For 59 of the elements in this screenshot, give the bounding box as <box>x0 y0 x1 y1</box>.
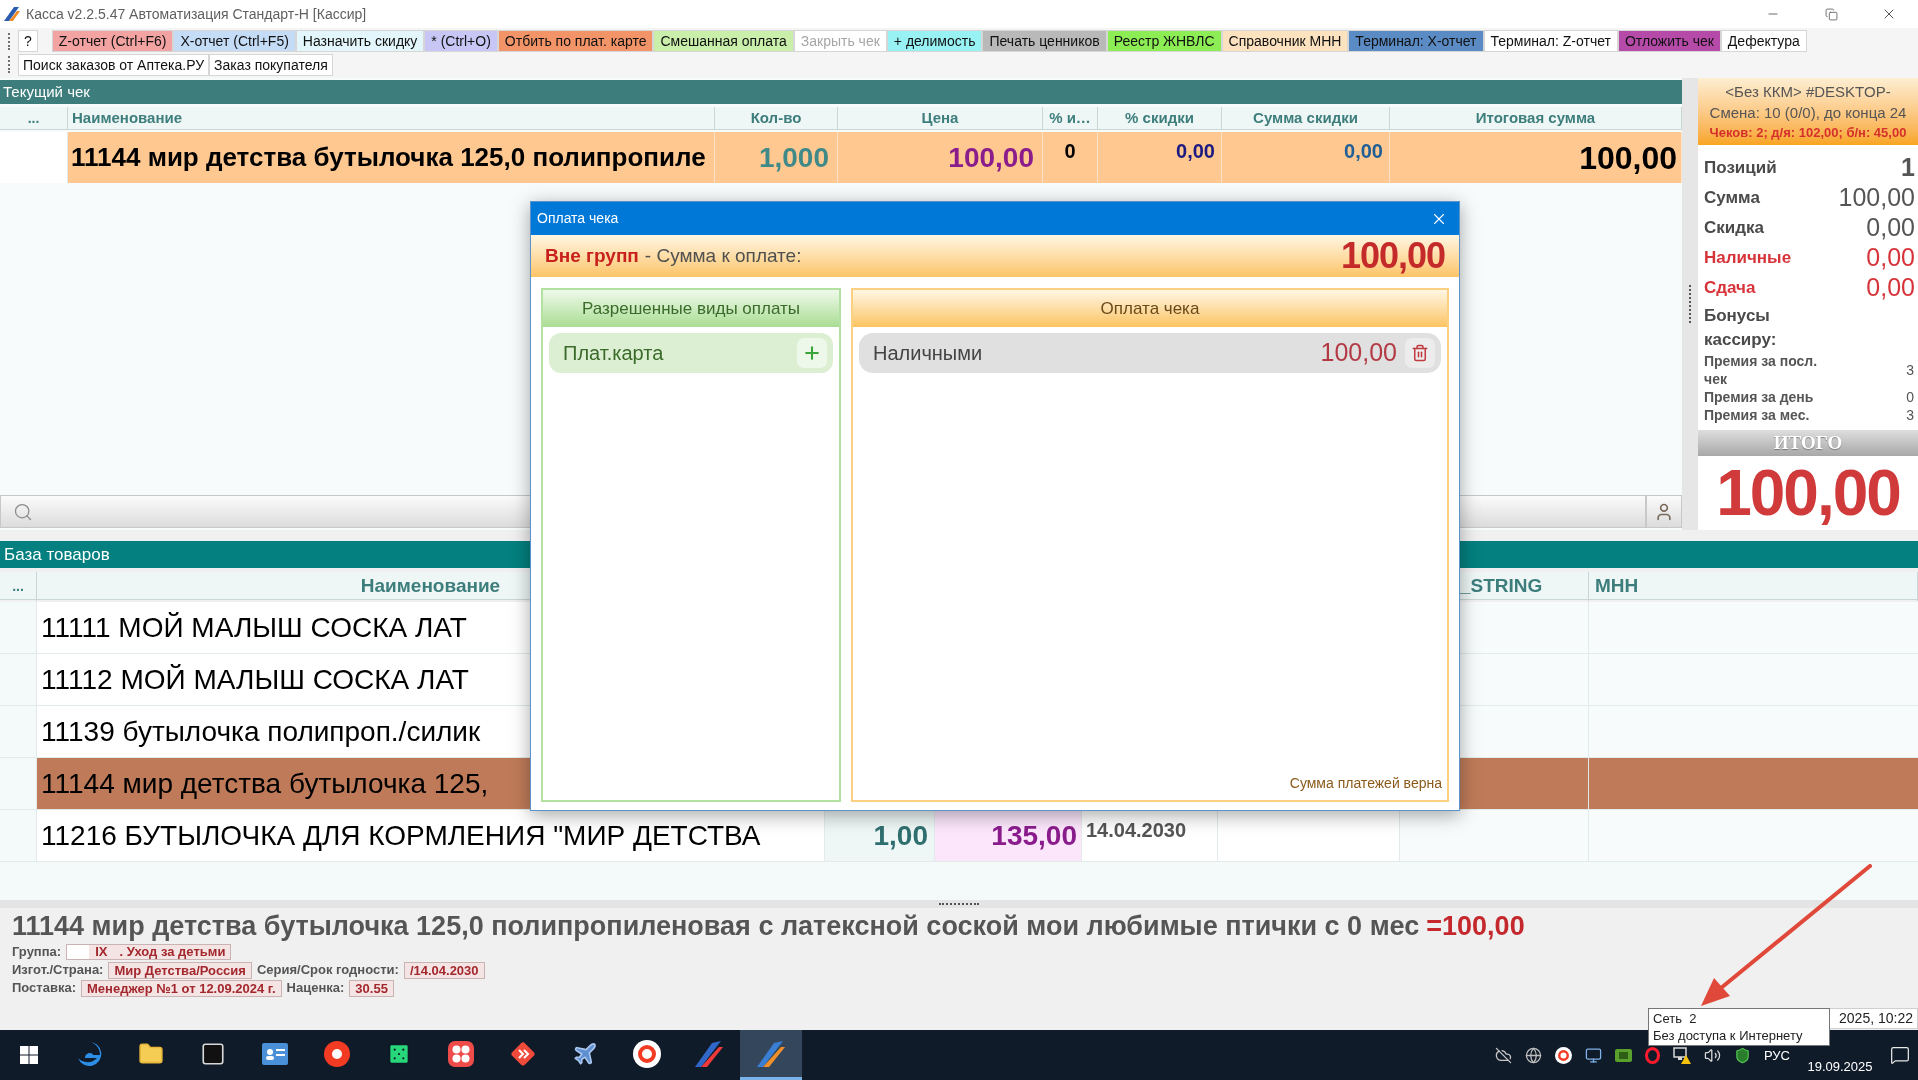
field-value: Мир Детства/Россия <box>108 961 252 979</box>
table-cell: 100,00 <box>838 132 1043 183</box>
product-title: 11144 мир детства бутылочка 125,0 полипропиленовая с латексной соской мои любимые птички с 0 мес <box>12 910 1420 942</box>
table-cell: 135,00 <box>935 810 1082 861</box>
device-label: <Без ККМ> #DESKTOP- <box>1725 82 1891 102</box>
bonus-title: Бонусы кассиру: <box>1704 305 1778 351</box>
field-value: 30.55 <box>349 979 394 997</box>
panel-header: Оплата чека <box>853 290 1447 327</box>
payment-label: Наличными <box>873 341 983 366</box>
table-cell: 1,000 <box>715 132 838 183</box>
group-name: Вне групп <box>545 243 639 268</box>
stat-value: 0,00 <box>1866 272 1915 304</box>
stat-label: Сумма <box>1704 187 1760 210</box>
field-value: /14.04.2030 <box>403 961 485 979</box>
stat-label: Позиций <box>1704 157 1777 180</box>
total-amount: 100,00 <box>1715 456 1901 530</box>
stat-label: Наличные <box>1704 247 1792 270</box>
shift-label: Смена: 10 (0/0), до конца 24 <box>1709 103 1907 123</box>
bonus-value: 3 <box>1906 406 1915 424</box>
bonus-label: Премия за посл. чек <box>1704 352 1819 388</box>
table-cell: 11144 мир детства бутылочка 125,0 полипропиле <box>68 132 715 183</box>
table-cell: 0,00 <box>1098 132 1222 183</box>
field-value: Менеджер №1 от 12.09.2024 г. <box>81 979 282 997</box>
payment-amount: 100,00 <box>1320 337 1397 369</box>
amount-due-label: - Сумма к оплате: <box>644 243 802 268</box>
bonus-label: Премия за день <box>1704 388 1815 406</box>
group-code: IX <box>95 943 108 962</box>
payment-method-label: Плат.карта <box>563 341 664 366</box>
window-title: Касса v2.2.5.47 Автоматизация Стандарт-Н [Кассир] <box>26 4 367 24</box>
table-cell: 0,00 <box>1222 132 1390 183</box>
field-label: Группа: <box>12 943 62 962</box>
status-datetime: 2025, 10:22 <box>1839 1009 1913 1028</box>
stat-value: 0,00 <box>1866 242 1915 274</box>
stat-value: 0,00 <box>1866 212 1915 244</box>
dialog-title: Оплата чека <box>537 209 619 228</box>
amount-due-value: 100,00 <box>1340 234 1445 278</box>
payment-status: Сумма платежей верна <box>1289 774 1443 793</box>
field-label: Серия/Срок годности: <box>256 961 399 980</box>
field-label: Поставка: <box>12 979 76 998</box>
tooltip-text: Без доступа к Интернету <box>1653 1027 1804 1044</box>
table-cell: 1,00 <box>825 810 935 861</box>
stat-label: Сдача <box>1704 277 1756 300</box>
receipts-label: Чеков: 2; д/я: 102,00; б/н: 45,00 <box>1709 124 1907 142</box>
field-label: Наценка: <box>286 979 345 998</box>
tooltip-text: Сеть 2 <box>1653 1010 1698 1027</box>
total-label: ИТОГО <box>1698 430 1918 456</box>
table-cell: 100,00 <box>1390 132 1682 183</box>
stat-label: Скидка <box>1704 217 1764 240</box>
group-name: . Уход за детьми <box>119 943 226 962</box>
stat-value: 1 <box>1901 152 1915 184</box>
bonus-label: Премия за мес. <box>1704 406 1811 424</box>
panel-header: Разрешенные виды оплаты <box>543 290 839 327</box>
product-price: =100,00 <box>1426 910 1525 942</box>
bonus-value: 0 <box>1906 388 1915 406</box>
bonus-value: 3 <box>1906 361 1915 379</box>
table-cell: 0 <box>1043 132 1098 183</box>
stat-value: 100,00 <box>1838 182 1915 214</box>
field-label: Изгот./Страна: <box>12 961 104 980</box>
section-header: Текущий чек <box>0 80 1682 104</box>
